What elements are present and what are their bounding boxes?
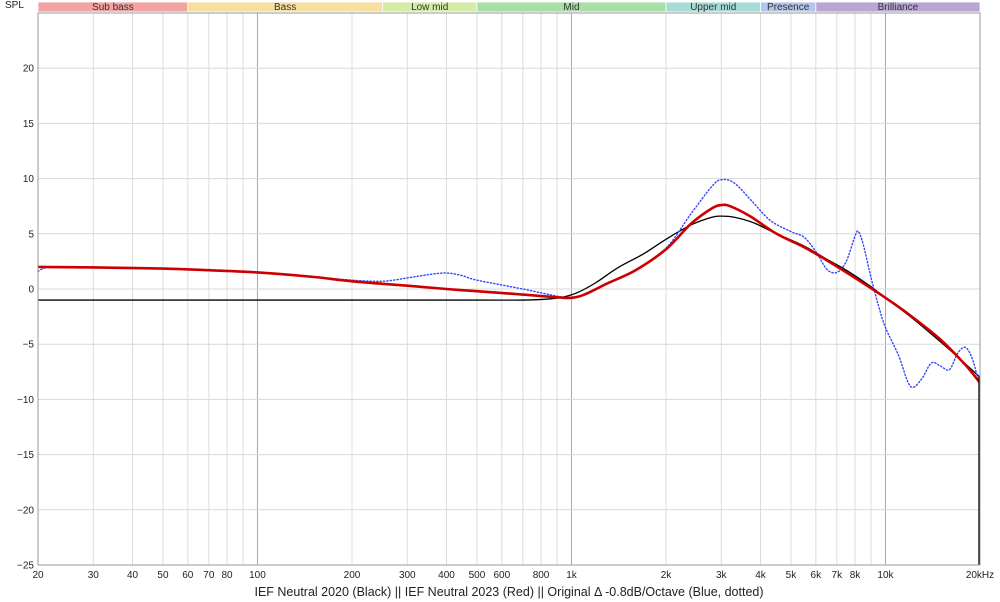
- x-tick-label: 1k: [566, 570, 578, 581]
- y-tick-label: 10: [23, 174, 35, 185]
- x-tick-label: 100: [249, 570, 266, 581]
- series-blue-dotted-line: [37, 178, 981, 390]
- chart-caption: IEF Neutral 2020 (Black) || IEF Neutral …: [254, 585, 763, 599]
- y-axis-label: SPL: [5, 0, 24, 11]
- y-tick-label: −10: [17, 395, 34, 406]
- x-tick-label: 7k: [832, 570, 844, 581]
- y-tick-label: −20: [17, 505, 34, 516]
- y-tick-label: −15: [17, 450, 34, 461]
- x-tick-label: 5k: [786, 570, 798, 581]
- series-black-line: [37, 215, 981, 378]
- y-tick-label: −5: [23, 340, 35, 351]
- x-tick-label: 4k: [755, 570, 767, 581]
- x-tick-label: 6k: [811, 570, 823, 581]
- y-tick-label: 15: [23, 119, 35, 130]
- band-label: Bass: [274, 2, 296, 13]
- x-axis-ticks: 20 30 40 50 60 70 80 100 200 300 400 500 600 800 1k 2k 3…: [32, 570, 994, 581]
- x-tick-label: 8k: [850, 570, 862, 581]
- series-red-line: [37, 203, 982, 384]
- x-tick-label: 80: [221, 570, 233, 581]
- band-label: Mid: [563, 2, 579, 13]
- x-tick-label: 300: [399, 570, 416, 581]
- x-tick-label: 20: [32, 570, 44, 581]
- series-layer: [37, 178, 982, 565]
- band-label: Upper mid: [690, 2, 736, 13]
- x-tick-label: 800: [533, 570, 550, 581]
- x-tick-label: 400: [438, 570, 455, 581]
- x-tick-label: 20kHz: [966, 570, 994, 581]
- x-tick-label: 600: [493, 570, 510, 581]
- x-tick-label: 50: [157, 570, 169, 581]
- frequency-band-strip: Sub bass Bass Low mid Mid Upper mid Presence B…: [37, 1, 981, 13]
- x-tick-label: 30: [88, 570, 100, 581]
- band-label: Brilliance: [878, 2, 919, 13]
- x-tick-label: 500: [469, 570, 486, 581]
- band-label: Low mid: [411, 2, 448, 13]
- x-tick-label: 2k: [661, 570, 673, 581]
- grid: [38, 13, 980, 566]
- y-tick-label: 5: [28, 229, 34, 240]
- x-tick-label: 200: [344, 570, 361, 581]
- x-tick-label: 40: [127, 570, 139, 581]
- band-label: Sub bass: [92, 2, 134, 13]
- y-axis-ticks: 20151050−5−10−15−20−25: [17, 64, 34, 572]
- frequency-response-chart: Sub bass Bass Low mid Mid Upper mid Presence B…: [5, 0, 994, 599]
- x-tick-label: 70: [203, 570, 215, 581]
- y-tick-label: 0: [28, 285, 34, 296]
- y-tick-label: 20: [23, 64, 35, 75]
- x-tick-label: 3k: [716, 570, 728, 581]
- x-tick-label: 10k: [877, 570, 894, 581]
- x-tick-label: 60: [182, 570, 194, 581]
- band-label: Presence: [767, 2, 810, 13]
